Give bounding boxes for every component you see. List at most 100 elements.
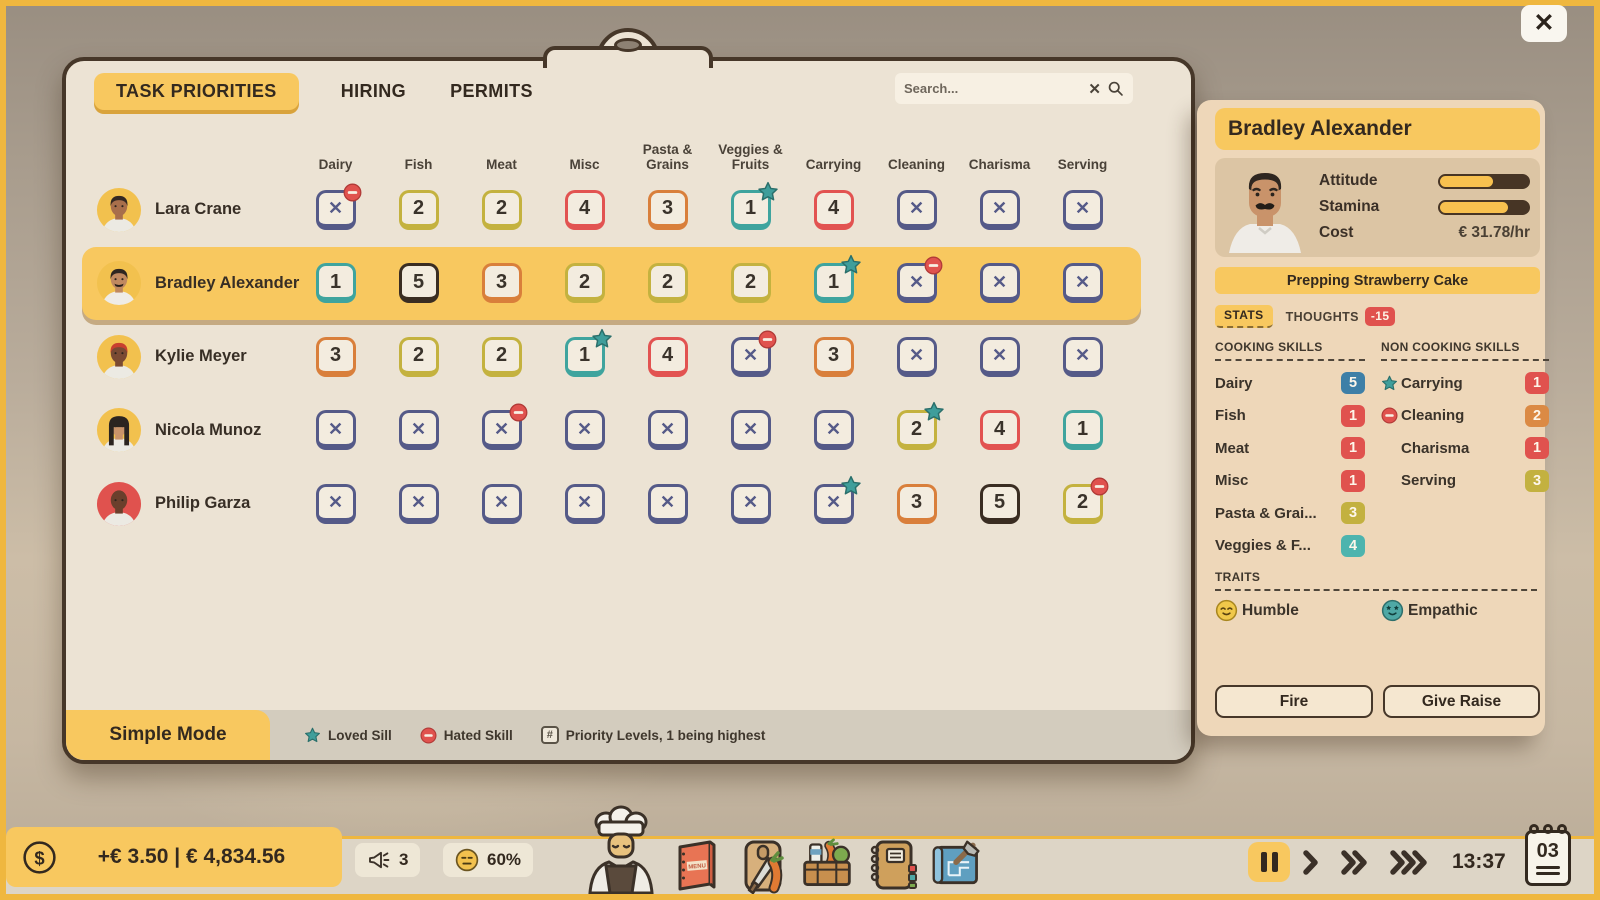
build-button[interactable] <box>930 838 984 892</box>
priority-cell-charisma[interactable]: 4 <box>979 410 1020 451</box>
cooking-skills-header: COOKING SKILLS <box>1215 340 1365 361</box>
priority-cell-meat[interactable]: 3 <box>481 263 522 304</box>
legend-label: Hated Skill <box>443 727 513 743</box>
priority-cell-misc[interactable]: 1 <box>564 328 612 377</box>
priority-cell-fish[interactable]: ✕ <box>398 483 439 524</box>
priority-cell-meat[interactable]: ✕ <box>481 403 527 451</box>
mood-face-icon <box>455 848 479 872</box>
game-screen: ✕ TASK PRIORITIES HIRING PERMITS ✕ Dairy Fi… <box>0 0 1600 900</box>
priority-cell-dairy[interactable]: 3 <box>315 336 356 377</box>
priority-cell-veggies-fruits[interactable]: ✕ <box>730 330 776 377</box>
priority-cell-meat[interactable]: 2 <box>481 336 522 377</box>
pause-button[interactable] <box>1248 842 1290 882</box>
priority-cell-fish[interactable]: 5 <box>398 263 439 304</box>
play-button[interactable] <box>1301 842 1328 882</box>
priority-cell-fish[interactable]: ✕ <box>398 410 439 451</box>
tab-thoughts[interactable]: THOUGHTS -15 <box>1286 307 1396 326</box>
priority-cell-misc[interactable]: ✕ <box>564 483 605 524</box>
priority-cell-carrying[interactable]: 1 <box>813 255 861 304</box>
staff-row[interactable]: Philip Garza ✕ ✕ ✕ ✕ ✕ ✕ ✕ 3 5 2 <box>82 467 1141 541</box>
prep-button[interactable] <box>735 838 789 894</box>
staff-row[interactable]: Lara Crane ✕ 2 2 4 3 1 4 ✕ ✕ ✕ <box>82 173 1141 247</box>
priority-cell-cleaning[interactable]: ✕ <box>896 189 937 230</box>
priority-cell-dairy[interactable]: ✕ <box>315 183 361 230</box>
priority-cell-charisma[interactable]: ✕ <box>979 336 1020 377</box>
column-header: Dairy <box>318 157 353 173</box>
priority-cell-veggies-fruits[interactable]: ✕ <box>730 483 771 524</box>
tab-permits[interactable]: PERMITS <box>448 73 535 110</box>
priority-cell-veggies-fruits[interactable]: ✕ <box>730 410 771 451</box>
priority-cell-pasta-grains[interactable]: 4 <box>647 336 688 377</box>
money-panel[interactable]: $ +€ 3.50 | € 4,834.56 <box>6 827 342 887</box>
priority-cell-veggies-fruits[interactable]: 2 <box>730 263 771 304</box>
marketing-pill[interactable]: 3 <box>355 843 421 877</box>
tab-hiring[interactable]: HIRING <box>339 73 408 110</box>
priority-cell-fish[interactable]: 2 <box>398 336 439 377</box>
priority-cell-serving[interactable]: ✕ <box>1062 189 1103 230</box>
priority-cell-misc[interactable]: ✕ <box>564 410 605 451</box>
priority-cell-pasta-grains[interactable]: 2 <box>647 263 688 304</box>
fast-forward-button[interactable] <box>1339 842 1377 882</box>
priority-cell-carrying[interactable]: 3 <box>813 336 854 377</box>
supplies-button[interactable] <box>800 838 854 892</box>
skill-value-badge: 3 <box>1341 502 1365 525</box>
priority-cell-carrying[interactable]: ✕ <box>813 410 854 451</box>
priority-cell-dairy[interactable]: ✕ <box>315 410 356 451</box>
priority-cell-serving[interactable]: ✕ <box>1062 336 1103 377</box>
ledger-button[interactable] <box>865 838 919 892</box>
priority-cell-cleaning[interactable]: ✕ <box>896 336 937 377</box>
give-raise-button[interactable]: Give Raise <box>1383 685 1540 718</box>
search-box[interactable]: ✕ <box>895 73 1133 104</box>
tab-stats[interactable]: STATS <box>1215 305 1273 328</box>
menu-icon: MENU <box>670 838 724 892</box>
search-icon[interactable] <box>1107 80 1124 97</box>
simple-mode-button[interactable]: Simple Mode <box>66 710 270 760</box>
staff-row[interactable]: Bradley Alexander 1 5 3 2 2 2 1 ✕ ✕ ✕ <box>82 246 1141 320</box>
hated-minus-icon <box>758 330 777 349</box>
priority-cell-dairy[interactable]: ✕ <box>315 483 356 524</box>
skill-label: Meat <box>1215 439 1250 457</box>
employee-portrait <box>1219 162 1311 253</box>
priority-cell-pasta-grains[interactable]: 3 <box>647 189 688 230</box>
search-clear-icon[interactable]: ✕ <box>1088 80 1101 98</box>
priority-cell-charisma[interactable]: ✕ <box>979 189 1020 230</box>
priority-cell-serving[interactable]: 2 <box>1062 477 1108 524</box>
priority-cell-veggies-fruits[interactable]: 1 <box>730 181 778 230</box>
priority-cell-charisma[interactable]: ✕ <box>979 263 1020 304</box>
fastest-forward-button[interactable] <box>1388 842 1437 882</box>
trait-empathic: Empathic <box>1381 599 1478 622</box>
staff-button[interactable] <box>583 803 659 895</box>
priority-cell-cleaning[interactable]: 3 <box>896 483 937 524</box>
priority-cell-dairy[interactable]: 1 <box>315 263 356 304</box>
column-header: Misc <box>569 157 600 173</box>
calendar-button[interactable]: 03 <box>1524 824 1571 886</box>
loved-star-icon <box>840 475 862 497</box>
menu-button[interactable]: MENU <box>670 838 724 892</box>
priority-cell-charisma[interactable]: 5 <box>979 483 1020 524</box>
search-input[interactable] <box>904 81 1083 96</box>
priority-cell-cleaning[interactable]: 2 <box>896 402 944 451</box>
staff-row[interactable]: Nicola Munoz ✕ ✕ ✕ ✕ ✕ ✕ ✕ 2 4 1 <box>82 394 1141 468</box>
priority-cell-pasta-grains[interactable]: ✕ <box>647 483 688 524</box>
priority-cell-serving[interactable]: ✕ <box>1062 263 1103 304</box>
column-header: Charisma <box>968 157 1031 173</box>
tab-task-priorities[interactable]: TASK PRIORITIES <box>94 73 299 110</box>
fire-button[interactable]: Fire <box>1215 685 1373 718</box>
priority-cell-cleaning[interactable]: ✕ <box>896 256 942 304</box>
avatar <box>96 407 142 453</box>
priority-cell-meat[interactable]: ✕ <box>481 483 522 524</box>
priority-cell-carrying[interactable]: 4 <box>813 189 854 230</box>
mood-pill[interactable]: 60% <box>443 843 534 877</box>
column-header: Cleaning <box>887 157 945 173</box>
skill-row-veggies-f-: Veggies & F... 4 <box>1215 530 1365 563</box>
priority-cell-misc[interactable]: 4 <box>564 189 605 230</box>
priority-cell-carrying[interactable]: ✕ <box>813 475 861 524</box>
priority-cell-misc[interactable]: 2 <box>564 263 605 304</box>
close-button[interactable]: ✕ <box>1521 5 1567 42</box>
priority-cell-serving[interactable]: 1 <box>1062 410 1103 451</box>
staff-row[interactable]: Kylie Meyer 3 2 2 1 4 ✕ 3 ✕ ✕ ✕ <box>82 320 1141 394</box>
priority-cell-fish[interactable]: 2 <box>398 189 439 230</box>
skill-row-fish: Fish 1 <box>1215 400 1365 433</box>
priority-cell-pasta-grains[interactable]: ✕ <box>647 410 688 451</box>
priority-cell-meat[interactable]: 2 <box>481 189 522 230</box>
